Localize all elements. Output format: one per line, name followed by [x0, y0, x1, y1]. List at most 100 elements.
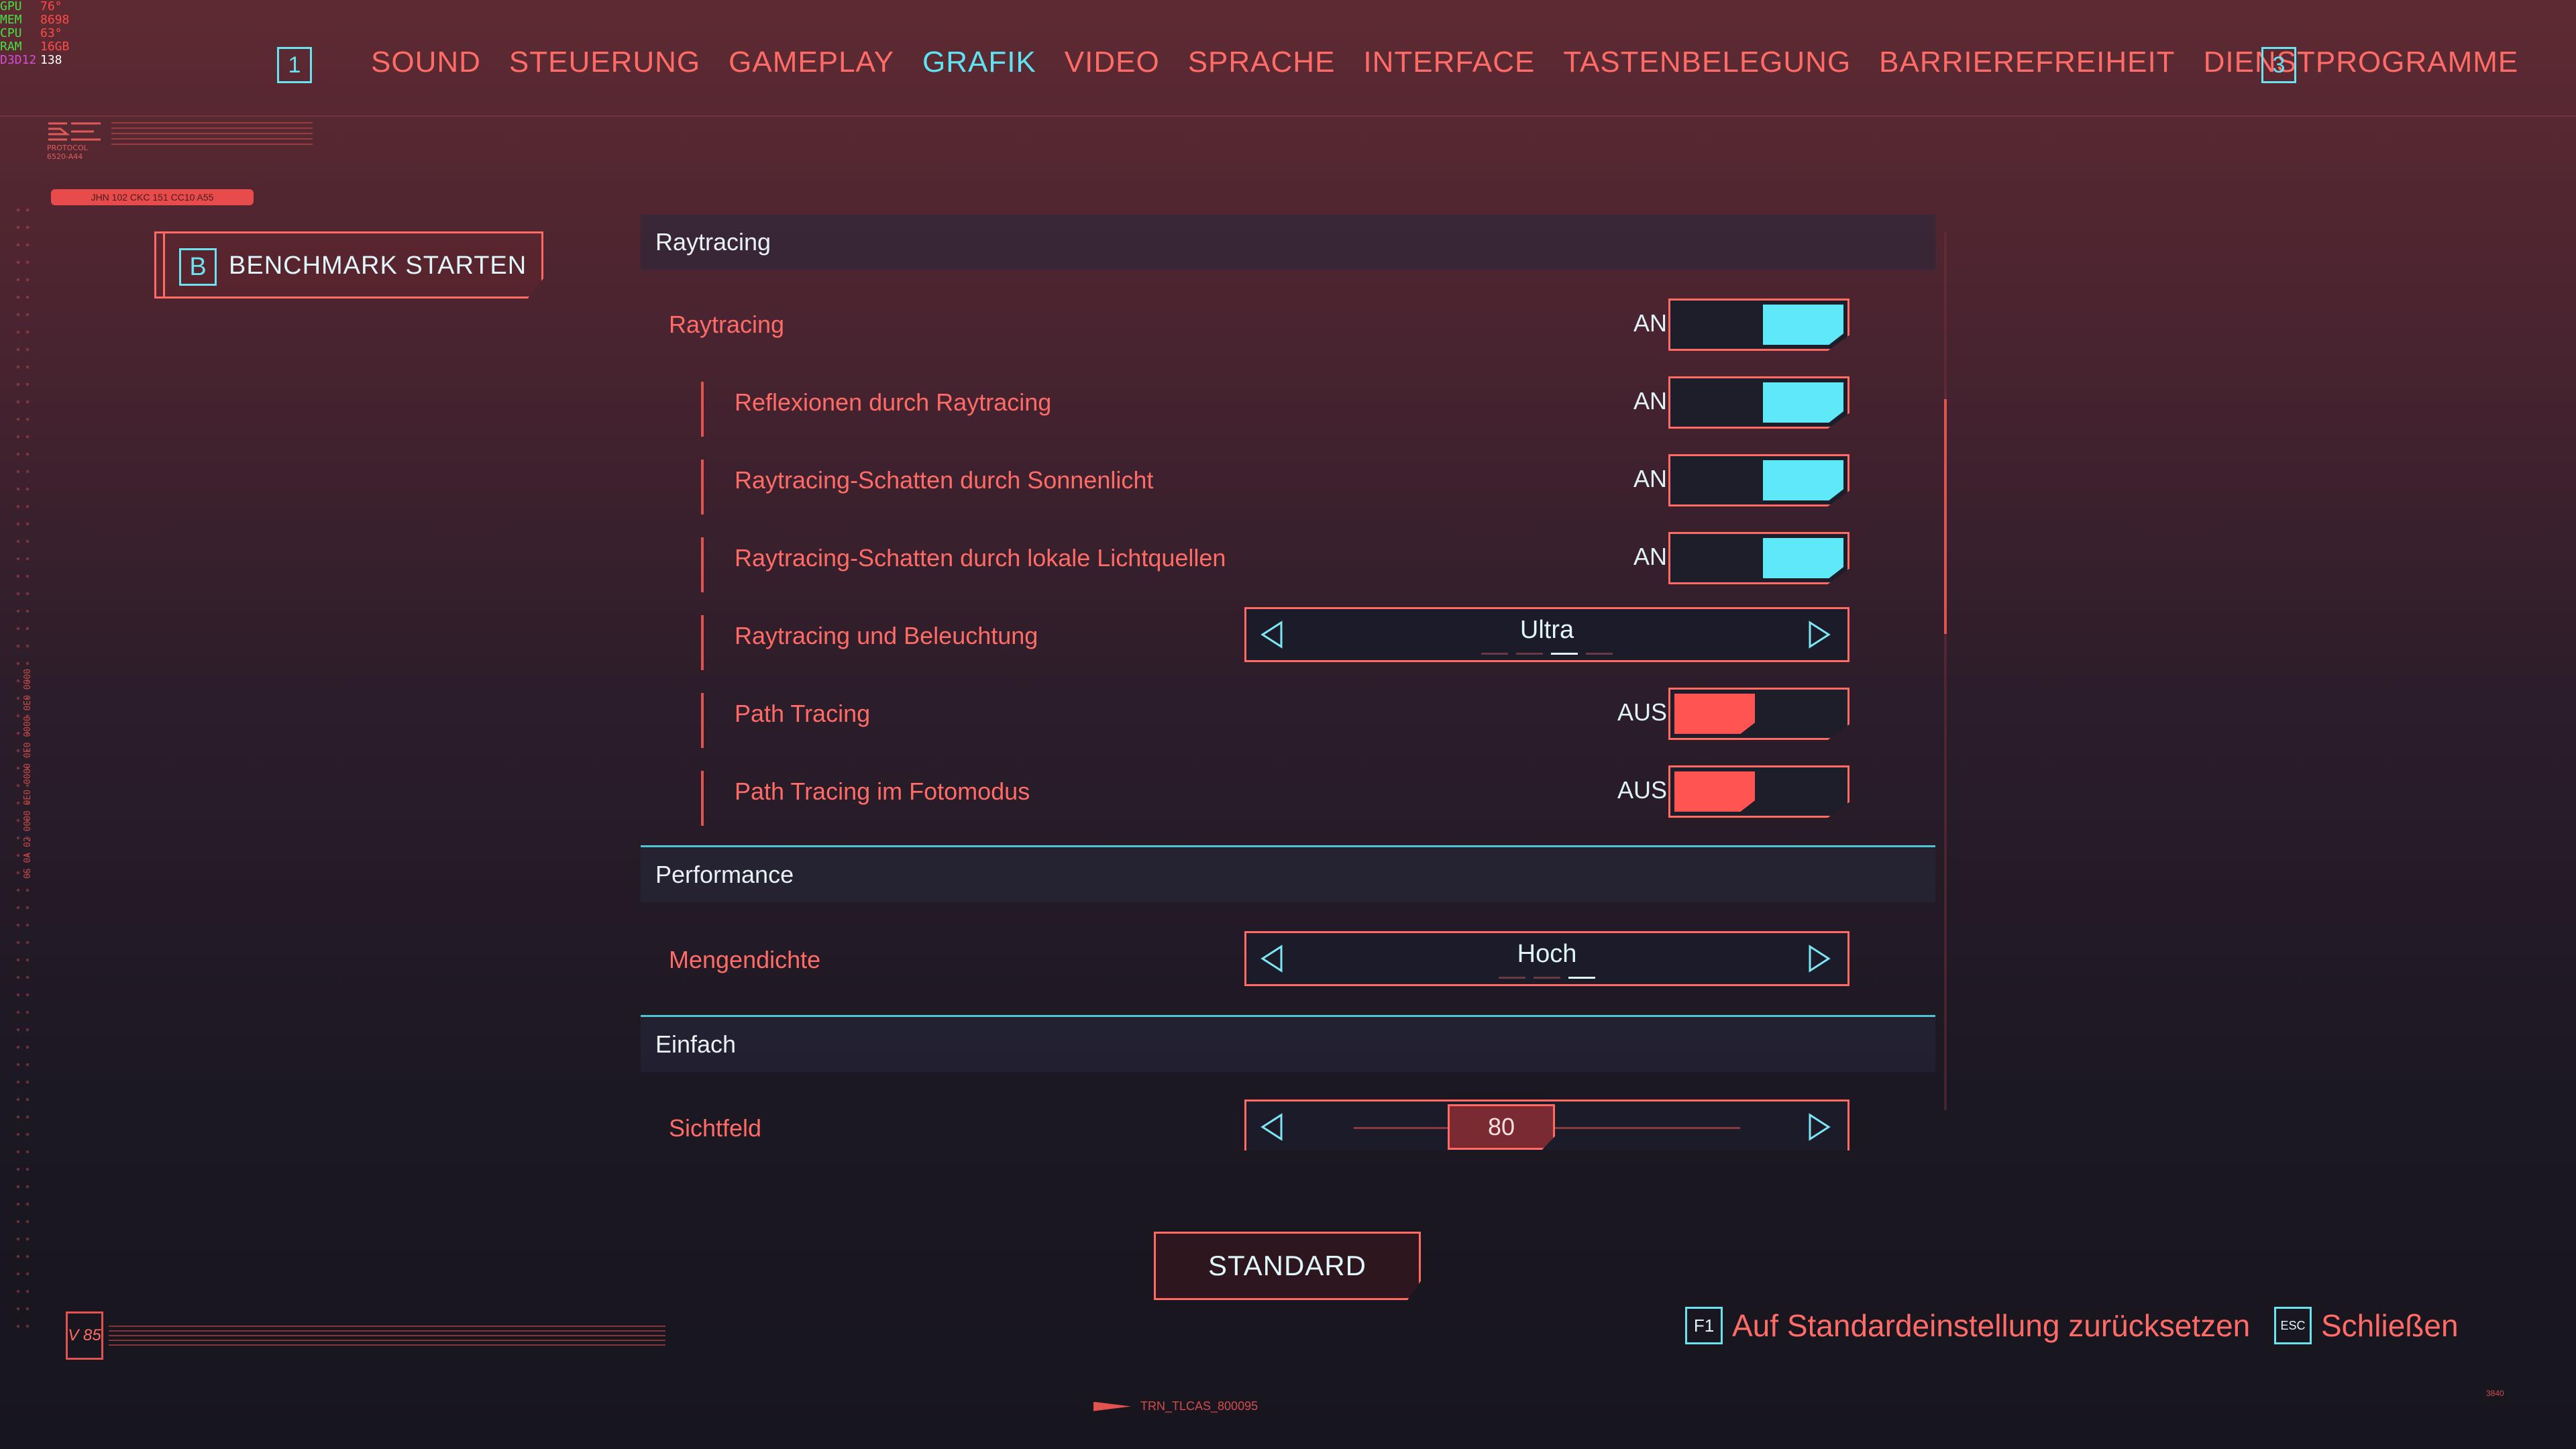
tab-steuerung[interactable]: STEUERUNG	[509, 46, 700, 79]
toggle-switch[interactable]	[1668, 765, 1849, 818]
setting-mengendichte[interactable]: Mengendichte Hoch	[641, 927, 1935, 994]
setting-state: AUS	[1617, 776, 1667, 804]
benchmark-accent-bar	[163, 233, 165, 297]
benchmark-button[interactable]: B BENCHMARK STARTEN	[154, 231, 543, 299]
standard-button[interactable]: STANDARD	[1154, 1232, 1421, 1300]
performance-overlay: GPU 76° MEM 8698 CPU 63° RAM 16GB D3D12 138	[0, 0, 69, 67]
id-tag: JHN 102 CKC 151 CC10 A55	[51, 189, 254, 205]
setting-label: Sichtfeld	[669, 1114, 762, 1142]
toggle-knob-off	[1674, 694, 1755, 734]
tab-barrierefreiheit[interactable]: BARRIEREFREIHEIT	[1879, 46, 2175, 79]
setting-raytracing[interactable]: Raytracing AN	[641, 292, 1935, 359]
arrow-right-icon[interactable]	[1802, 1111, 1834, 1143]
corner-mark: 3840	[2486, 1389, 2504, 1398]
tab-grafik[interactable]: GRAFIK	[922, 46, 1036, 79]
section-einfach: Einfach	[641, 1015, 1935, 1072]
setting-sichtfeld[interactable]: Sichtfeld 80	[641, 1095, 1935, 1150]
setting-beleuchtung[interactable]: Raytracing und Beleuchtung Ultra	[641, 603, 1935, 670]
toggle-switch[interactable]	[1668, 454, 1849, 506]
option-dot	[1499, 977, 1525, 979]
perf-cpu-key: CPU	[0, 26, 22, 40]
setting-sonnenlicht[interactable]: Raytracing-Schatten durch Sonnenlicht AN	[641, 447, 1935, 515]
option-dot	[1586, 653, 1613, 655]
setting-state: AN	[1633, 543, 1667, 570]
setting-lokale-lichtquellen[interactable]: Raytracing-Schatten durch lokale Lichtqu…	[641, 525, 1935, 592]
perf-gpu-key: GPU	[0, 0, 22, 13]
slider[interactable]: 80	[1244, 1099, 1849, 1150]
toggle-switch[interactable]	[1668, 688, 1849, 740]
option-dot	[1481, 653, 1508, 655]
section-performance: Performance	[641, 845, 1935, 902]
tab-sound[interactable]: SOUND	[371, 46, 481, 79]
indent-bar	[701, 537, 704, 592]
vertical-code-text: 0S 0A 02 0000 0E0 0000 0E0 0000 0E0 0000	[23, 668, 33, 879]
tab-gameplay[interactable]: GAMEPLAY	[729, 46, 894, 79]
indent-bar	[701, 460, 704, 515]
settings-panel: Raytracing Raytracing AN Reflexionen dur…	[641, 215, 1935, 1150]
option-dot-active	[1551, 653, 1578, 655]
perf-fps-value: 138	[40, 53, 62, 67]
tab-tastenbelegung[interactable]: TASTENBELEGUNG	[1563, 46, 1851, 79]
nav-divider	[0, 115, 2576, 117]
protocol-fineprint	[111, 122, 313, 145]
setting-state: AN	[1633, 465, 1667, 492]
scrollbar[interactable]	[1944, 231, 1947, 1110]
tab-interface[interactable]: INTERFACE	[1363, 46, 1535, 79]
arrow-left-icon[interactable]	[1257, 1111, 1289, 1143]
reset-defaults-hint[interactable]: F1 Auf Standardeinstellung zurücksetzen	[1685, 1307, 2250, 1344]
setting-path-tracing[interactable]: Path Tracing AUS	[641, 681, 1935, 748]
benchmark-key: B	[179, 248, 217, 286]
benchmark-label: BENCHMARK STARTEN	[229, 252, 527, 280]
version-badge: V 85	[66, 1311, 103, 1360]
setting-label: Raytracing-Schatten durch lokale Lichtqu…	[735, 544, 1226, 572]
option-selector[interactable]: Hoch	[1244, 931, 1849, 986]
perf-gpu-value: 76°	[40, 0, 62, 13]
legal-fineprint	[109, 1326, 665, 1346]
section-raytracing: Raytracing	[641, 215, 1935, 270]
perf-api-key: D3D12	[0, 53, 37, 67]
close-label: Schließen	[2321, 1308, 2459, 1343]
toggle-switch[interactable]	[1668, 376, 1849, 429]
arrow-right-icon[interactable]	[1802, 943, 1834, 975]
protocol-label: PROTOCOL 6520-A44	[47, 144, 88, 161]
next-tab-key[interactable]: 3	[2261, 47, 2296, 83]
setting-reflexionen[interactable]: Reflexionen durch Raytracing AN	[641, 370, 1935, 437]
setting-state: AN	[1633, 387, 1667, 415]
indent-bar	[701, 693, 704, 748]
selector-value: Hoch	[1517, 940, 1577, 968]
f1-key-icon: F1	[1685, 1307, 1723, 1344]
tab-video[interactable]: VIDEO	[1065, 46, 1160, 79]
setting-state: AN	[1633, 309, 1667, 337]
slider-thumb[interactable]: 80	[1448, 1104, 1555, 1150]
toggle-knob-off	[1674, 771, 1755, 812]
option-selector[interactable]: Ultra	[1244, 607, 1849, 662]
tab-dienstprogramme[interactable]: DIENSTPROGRAMME	[2204, 46, 2519, 79]
setting-label: Raytracing-Schatten durch Sonnenlicht	[735, 466, 1154, 494]
option-indicator	[1499, 977, 1595, 979]
toggle-knob-on	[1763, 305, 1843, 345]
build-tag: TRN_TLCAS_800095	[1093, 1399, 1258, 1413]
close-hint[interactable]: ESC Schließen	[2274, 1307, 2459, 1344]
protocol-logo: PROTOCOL 6520-A44	[47, 119, 315, 166]
prev-tab-key[interactable]: 1	[277, 47, 312, 83]
perf-ram-value: 16GB	[40, 40, 70, 54]
indent-bar	[701, 771, 704, 826]
build-tag-text: TRN_TLCAS_800095	[1140, 1399, 1258, 1413]
section-title-raytracing: Raytracing	[655, 228, 771, 256]
flag-icon	[1093, 1401, 1131, 1411]
option-indicator	[1481, 653, 1613, 655]
setting-path-tracing-fotomodus[interactable]: Path Tracing im Fotomodus AUS	[641, 759, 1935, 826]
setting-state: AUS	[1617, 698, 1667, 726]
toggle-switch[interactable]	[1668, 532, 1849, 584]
toggle-knob-on	[1763, 460, 1843, 500]
perf-mem-value: 8698	[40, 13, 70, 27]
setting-label: Path Tracing im Fotomodus	[735, 777, 1030, 805]
perf-mem-key: MEM	[0, 13, 22, 27]
scrollbar-thumb[interactable]	[1944, 399, 1947, 634]
tab-sprache[interactable]: SPRACHE	[1188, 46, 1336, 79]
top-navigation: 1 SOUND STEUERUNG GAMEPLAY GRAFIK VIDEO …	[272, 40, 2518, 94]
toggle-switch[interactable]	[1668, 299, 1849, 351]
setting-label: Raytracing	[669, 311, 785, 338]
option-dot	[1534, 977, 1560, 979]
arrow-right-icon[interactable]	[1802, 619, 1834, 651]
